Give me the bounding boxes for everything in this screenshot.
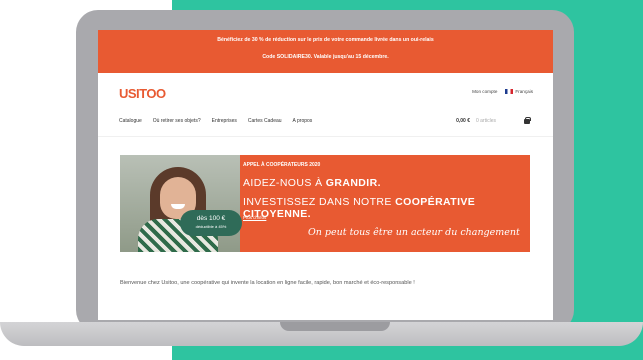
account-link[interactable]: Mon compte — [472, 89, 497, 94]
language-label: Français — [515, 89, 533, 94]
language-selector[interactable]: Français — [505, 89, 533, 95]
cart-count: 0 articles — [475, 118, 496, 124]
nav-items: Catalogue Où retirer ses objets? Entrepr… — [119, 118, 312, 124]
site-logo[interactable]: USITOO — [119, 86, 166, 101]
pill-amount: dès 100 € — [196, 215, 226, 222]
investment-pill: dès 100 € déductible à 45% — [180, 210, 242, 236]
pill-subtext: déductible à 45% — [195, 224, 227, 229]
cart-total: 0,00 € — [456, 118, 470, 124]
cooperative-banner[interactable]: dès 100 € déductible à 45% APPEL À COOPÉ… — [120, 155, 530, 252]
flag-fr-icon — [505, 89, 514, 95]
nav-item-about[interactable]: A propos — [293, 118, 313, 124]
header-actions: Mon compte Français — [472, 89, 533, 95]
main-nav: Catalogue Où retirer ses objets? Entrepr… — [98, 109, 553, 137]
promo-banner: Bénéficiez de 30 % de réduction sur le p… — [98, 30, 553, 73]
headline-2-text: INVESTISSEZ DANS NOTRE — [243, 196, 396, 208]
nav-item-gift-cards[interactable]: Cartes Cadeau — [248, 118, 282, 124]
headline-1-emphasis: GRANDIR. — [325, 177, 381, 189]
shopping-bag-icon[interactable] — [524, 116, 531, 124]
banner-photo — [120, 155, 240, 252]
banner-headline-2: INVESTISSEZ DANS NOTRE COOPÉRATIVE CITOY… — [243, 196, 530, 220]
stage: Bénéficiez de 30 % de réduction sur le p… — [0, 0, 643, 360]
laptop-screen: Bénéficiez de 30 % de réduction sur le p… — [98, 30, 553, 320]
promo-line-2: Code SOLIDAIRE30. Valable jusqu'au 15 dé… — [262, 54, 389, 60]
nav-item-pickup[interactable]: Où retirer ses objets? — [153, 118, 201, 124]
banner-headline-1: AIDEZ-NOUS À GRANDIR. — [243, 177, 381, 189]
nav-item-business[interactable]: Entreprises — [212, 118, 237, 124]
headline-1-text: AIDEZ-NOUS À — [243, 177, 326, 189]
banner-slogan: On peut tous être un acteur du changemen… — [308, 227, 520, 238]
more-info-link[interactable]: Plus d'infos — [243, 215, 266, 220]
promo-line-1: Bénéficiez de 30 % de réduction sur le p… — [217, 37, 434, 43]
nav-item-catalogue[interactable]: Catalogue — [119, 118, 142, 124]
banner-kicker: APPEL À COOPÉRATEURS 2020 — [243, 162, 321, 168]
welcome-text: Bienvenue chez Usitoo, une coopérative q… — [120, 280, 415, 286]
cart-summary[interactable]: 0,00 € 0 articles — [456, 116, 531, 124]
site-header: USITOO Mon compte Français — [98, 73, 553, 109]
laptop-base-notch — [280, 322, 390, 331]
